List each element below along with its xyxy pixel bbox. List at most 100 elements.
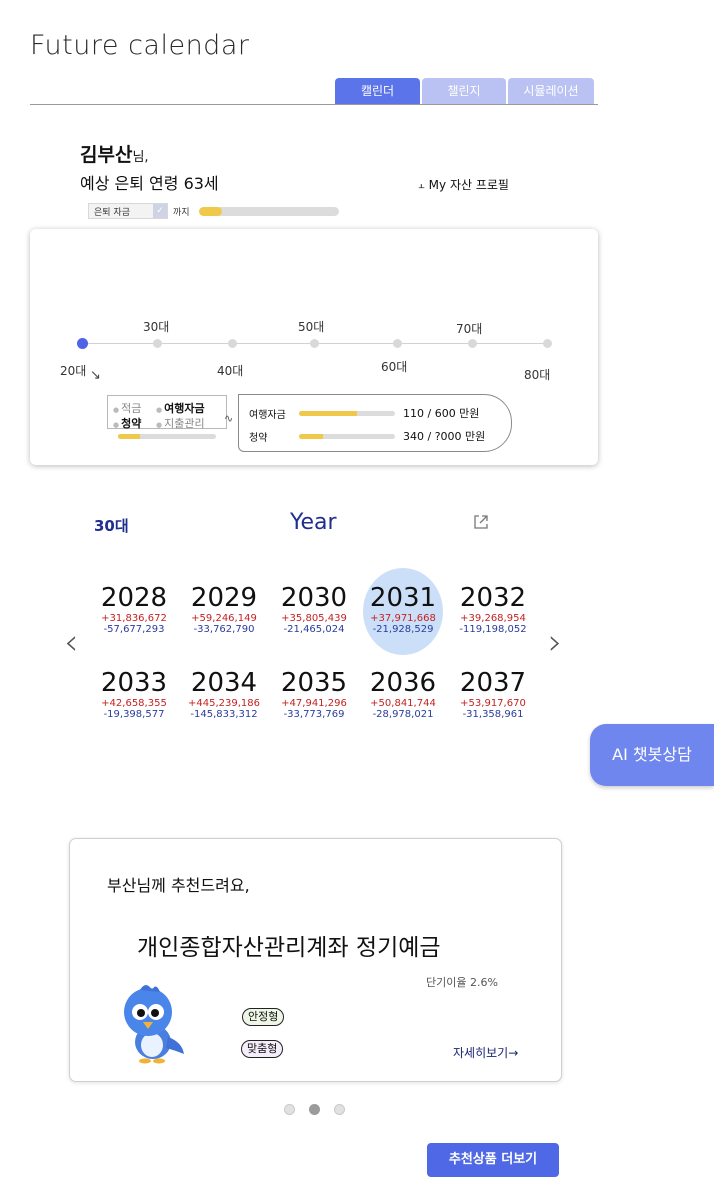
timeline-dot[interactable] [542, 338, 552, 348]
year-cell[interactable]: 2032 +39,268,954 -119,198,052 [448, 583, 538, 635]
header-divider [30, 104, 598, 105]
year-income: +53,917,670 [460, 698, 526, 709]
asset-profile-link[interactable]: ⫠ My 자산 프로필 [418, 176, 509, 193]
user-name: 김부산 [80, 144, 133, 166]
external-link-icon[interactable] [473, 514, 489, 530]
goal-progress-panel[interactable]: 여행자금 110 / 600 만원 청약 340 / ?000 만원 [238, 394, 512, 452]
timeline-dot[interactable] [467, 338, 477, 348]
connector-icon: ∿ [224, 412, 234, 425]
savings-progress-bar [118, 434, 216, 439]
year-number: 2037 [459, 668, 527, 698]
year-income: +47,941,296 [281, 698, 347, 709]
goal-progress-fill [198, 206, 223, 216]
savings-progress-fill [118, 434, 140, 439]
timeline-decade-label[interactable]: 60대 [381, 358, 407, 375]
savings-item: ● 적금 [113, 402, 142, 415]
year-income: +37,971,668 [370, 613, 436, 624]
tab-challenge[interactable]: 챌린지 [422, 78, 506, 105]
recommendation-greeting: 부산님께 추천드려요, [107, 876, 250, 895]
year-cell[interactable]: 2028 +31,836,672 -57,677,293 [89, 583, 179, 635]
year-cell[interactable]: 2031 +37,971,668 -21,928,529 [358, 583, 448, 635]
year-expense: -119,198,052 [459, 624, 527, 635]
year-cell[interactable]: 2033 +42,658,355 -19,398,577 [89, 668, 179, 720]
more-products-button[interactable]: 추천상품 더보기 [427, 1143, 559, 1177]
year-number: 2036 [369, 668, 437, 698]
year-expense: -19,398,577 [103, 709, 165, 720]
goal-label: 여행자금 [249, 409, 286, 421]
year-cell[interactable]: 2037 +53,917,670 -31,358,961 [448, 668, 538, 720]
timeline-decade-label[interactable]: 40대 [217, 362, 243, 379]
product-name: 개인종합자산관리계좌 정기예금 [137, 935, 441, 961]
goal-progress-bar [198, 206, 339, 216]
goal-bar-fill [299, 410, 357, 416]
goal-bar-fill [299, 433, 323, 439]
chevron-left-icon[interactable]: ‹ [64, 622, 78, 663]
timeline-decade-label[interactable]: 80대 [524, 366, 550, 383]
tab-simulation[interactable]: 시뮬레이션 [508, 78, 594, 105]
asset-profile-label: My 자산 프로필 [428, 178, 509, 192]
year-income: +50,841,744 [370, 698, 436, 709]
year-number: 2030 [280, 583, 348, 613]
year-cell[interactable]: 2034 +445,239,186 -145,833,312 [179, 668, 269, 720]
product-rate: 단기이율 2.6% [426, 976, 498, 989]
year-income: +35,805,439 [281, 613, 347, 624]
savings-item: ● 여행자금 [156, 402, 205, 415]
pager-dot[interactable] [334, 1104, 345, 1115]
pager-dot[interactable] [309, 1104, 320, 1115]
goal-label: 청약 [249, 432, 268, 444]
timeline-decade-label[interactable]: 50대 [298, 318, 324, 335]
timeline-dot[interactable] [76, 337, 88, 349]
timeline-dot[interactable] [227, 338, 237, 348]
timeline-decade-label[interactable]: 20대 [60, 362, 86, 379]
year-expense: -31,358,961 [462, 709, 524, 720]
goal-select[interactable]: 은퇴 자금 ✓ [88, 203, 168, 219]
carousel-pager [284, 1104, 345, 1115]
timeline-decade-label[interactable]: 70대 [456, 320, 482, 337]
year-expense: -28,978,021 [372, 709, 434, 720]
savings-box[interactable]: ● 적금 ● 여행자금 ● 청약 ● 지출관리 [107, 395, 227, 439]
year-number: 2028 [100, 583, 168, 613]
year-cell[interactable]: 2035 +47,941,296 -33,773,769 [269, 668, 359, 720]
year-number: 2033 [100, 668, 168, 698]
goal-bar [299, 433, 395, 439]
timeline-dot[interactable] [152, 338, 162, 348]
tag-custom: 맞춤형 [241, 1040, 284, 1058]
decade-selector[interactable]: 30대 [94, 515, 129, 536]
year-income: +31,836,672 [101, 613, 167, 624]
year-income: +59,246,149 [191, 613, 257, 624]
year-number: 2035 [280, 668, 348, 698]
year-number: 2031 [369, 583, 437, 613]
year-income: +445,239,186 [188, 698, 260, 709]
timeline-dot[interactable] [309, 338, 319, 348]
tree-icon: ⫠ [418, 177, 425, 191]
goal-suffix: 까지 [173, 207, 190, 218]
goal-row: 은퇴 자금 ✓ 까지 [88, 203, 339, 219]
year-cell[interactable]: 2030 +35,805,439 -21,465,024 [269, 583, 359, 635]
year-income: +39,268,954 [460, 613, 526, 624]
chevron-right-icon[interactable]: › [548, 622, 562, 663]
year-expense: -57,677,293 [103, 624, 165, 635]
goal-select-value: 은퇴 자금 [94, 207, 130, 218]
year-number: 2032 [459, 583, 527, 613]
goal-value: 110 / 600 만원 [403, 407, 480, 420]
goal-bar [299, 410, 395, 416]
ai-chatbot-button[interactable]: AI 챗봇상담 [590, 724, 714, 786]
year-cell[interactable]: 2029 +59,246,149 -33,762,790 [179, 583, 269, 635]
timeline-dot[interactable] [392, 338, 402, 348]
user-name-suffix: 님, [132, 150, 149, 165]
retire-age-text: 예상 은퇴 연령 63세 [80, 174, 219, 193]
year-expense: -145,833,312 [190, 709, 258, 720]
savings-item: ● 지출관리 [156, 417, 205, 430]
year-expense: -33,773,769 [283, 709, 345, 720]
timeline-decade-label[interactable]: 30대 [143, 318, 169, 335]
tag-stable: 안정형 [242, 1008, 285, 1026]
year-cell[interactable]: 2036 +50,841,744 -28,978,021 [358, 668, 448, 720]
year-expense: -33,762,790 [193, 624, 255, 635]
tab-calendar[interactable]: 캘린더 [335, 78, 420, 105]
year-number: 2034 [190, 668, 258, 698]
view-details-link[interactable]: 자세히보기→ [453, 1044, 518, 1061]
goal-progress-row: 청약 340 / ?000 만원 [239, 428, 511, 444]
chevron-down-icon: ✓ [153, 204, 167, 218]
year-expense: -21,928,529 [372, 624, 434, 635]
pager-dot[interactable] [284, 1104, 295, 1115]
